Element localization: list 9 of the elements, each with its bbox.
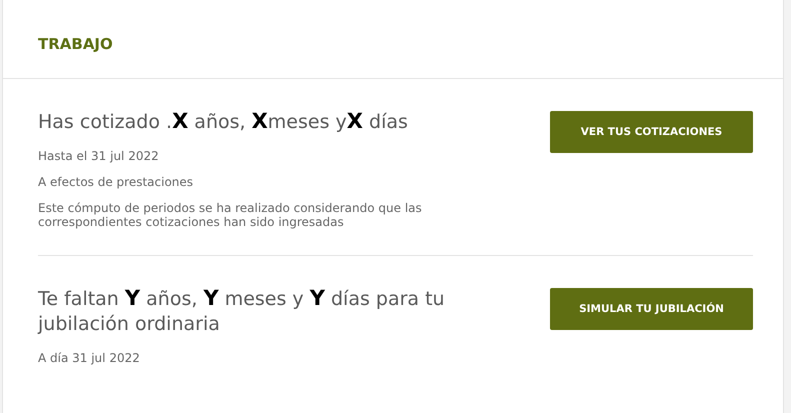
section-title: TRABAJO <box>38 35 113 53</box>
info-text: Este cómputo de periodos se ha realizado considerando que las correspondientes cotizaciones han sido ingresadas <box>38 201 423 229</box>
action-button[interactable]: SIMULAR TU JUBILACIÓN <box>550 288 753 330</box>
headline: Te faltan Y años, Y meses y Y días para tu jubilación ordinaria <box>38 286 446 337</box>
info-text: A efectos de prestaciones <box>38 175 194 189</box>
action-button[interactable]: VER TUS COTIZACIONES <box>550 111 753 153</box>
info-text: Hasta el 31 jul 2022 <box>38 149 160 163</box>
info-text: A día 31 jul 2022 <box>38 351 141 365</box>
headline: Has cotizado .X años, Xmeses yX días <box>38 109 409 135</box>
